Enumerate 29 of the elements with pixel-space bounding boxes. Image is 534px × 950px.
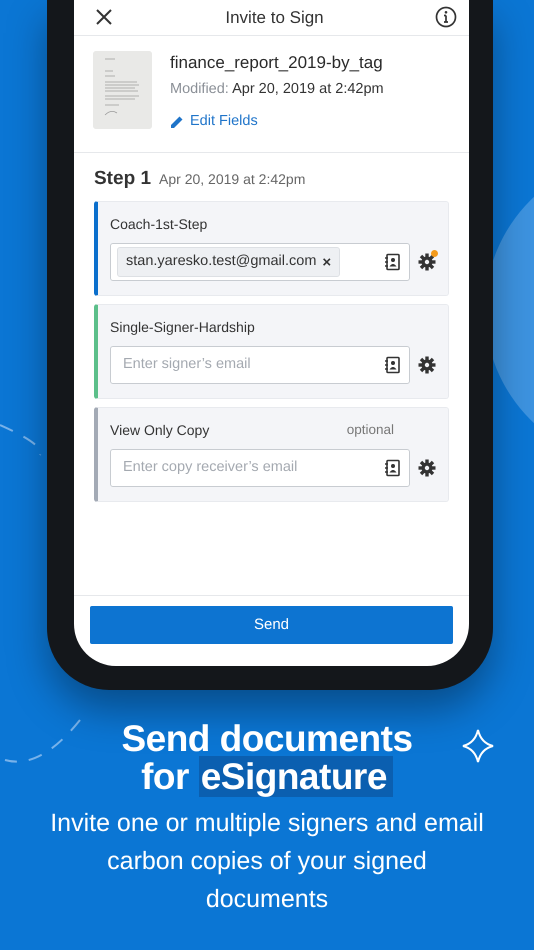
settings-icon[interactable] xyxy=(418,253,436,272)
info-button[interactable] xyxy=(435,6,457,30)
address-book-icon[interactable] xyxy=(383,459,401,478)
sparkle-icon xyxy=(462,729,494,763)
address-book-icon[interactable] xyxy=(383,356,401,374)
promo-description: Invite one or multiple signers and email carbon copies of your signed documents xyxy=(49,808,485,915)
role-name: Coach-1st-Step xyxy=(110,215,208,234)
document-name: finance_report_2019-by_tag xyxy=(170,53,384,73)
edit-fields-link[interactable]: Edit Fields xyxy=(170,110,258,132)
address-book-icon[interactable] xyxy=(383,253,401,272)
recipient-email: stan.yaresko.test@gmail.com xyxy=(126,252,316,272)
email-field[interactable]: stan.yaresko.test@gmail.com × xyxy=(110,243,410,282)
modified-date: Modified: Apr 20, 2019 at 2:42pm xyxy=(170,80,384,99)
email-field[interactable]: Enter signer’s email xyxy=(110,346,410,384)
optional-label: optional xyxy=(346,421,394,440)
email-input[interactable]: Enter copy receiver’s email xyxy=(117,456,377,480)
promo-heading: Send documents for eSignature xyxy=(120,720,414,796)
settings-icon[interactable] xyxy=(418,356,436,374)
remove-button[interactable]: × xyxy=(322,254,332,270)
pencil-icon xyxy=(170,114,184,129)
role-name: View Only Copy xyxy=(110,421,210,440)
email-field[interactable]: Enter copy receiver’s email xyxy=(110,449,410,488)
send-button[interactable]: Send xyxy=(90,606,453,644)
role-name: Single-Signer-Hardship xyxy=(110,318,255,338)
step-title: Step 1 xyxy=(94,166,152,191)
settings-icon[interactable] xyxy=(418,459,436,478)
screen-title: Invite to Sign xyxy=(225,6,324,29)
step-date: Apr 20, 2019 at 2:42pm xyxy=(159,170,306,189)
email-input[interactable]: Enter signer’s email xyxy=(117,353,377,377)
